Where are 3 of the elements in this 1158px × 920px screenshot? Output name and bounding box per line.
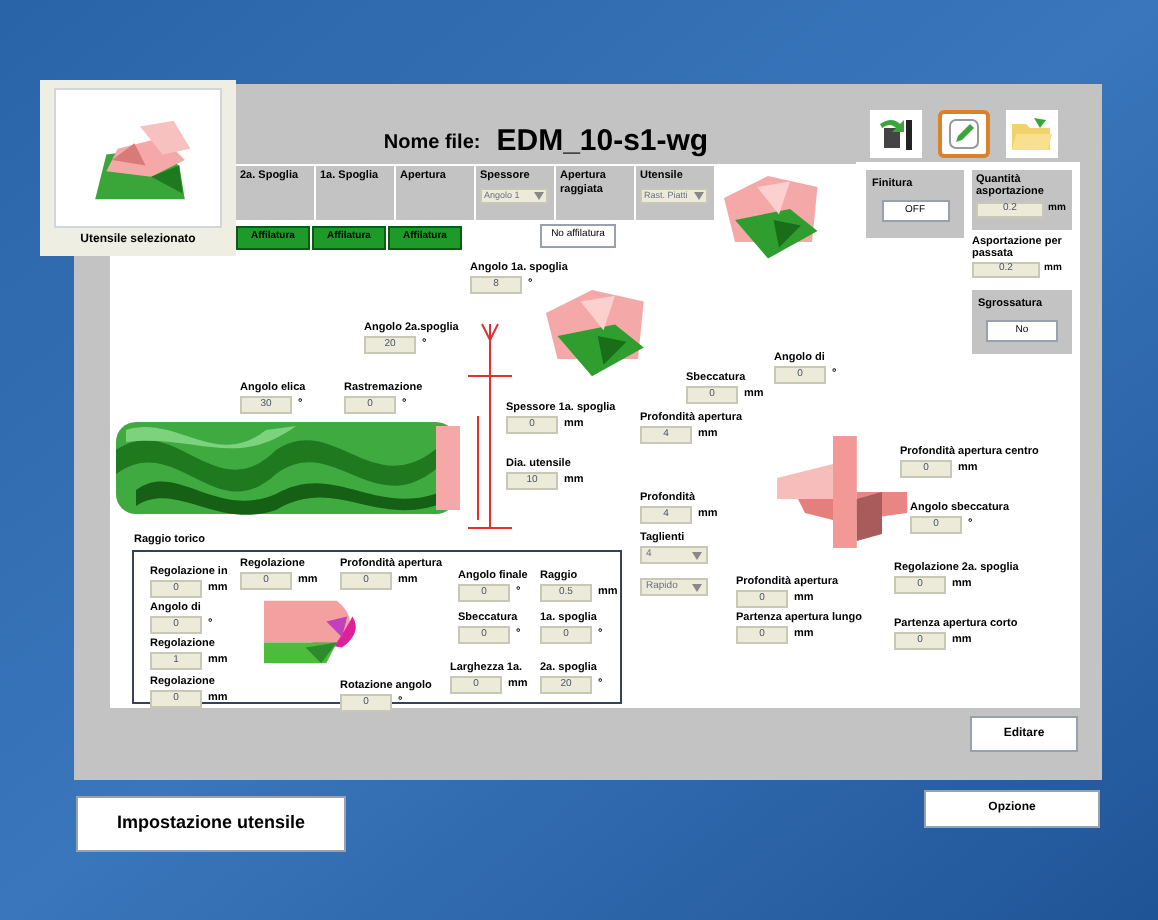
- impostazione-button[interactable]: Impostazione utensile: [76, 796, 346, 852]
- file-label: Nome file:: [383, 129, 481, 157]
- file-name: EDM_10-s1-wg: [496, 121, 709, 162]
